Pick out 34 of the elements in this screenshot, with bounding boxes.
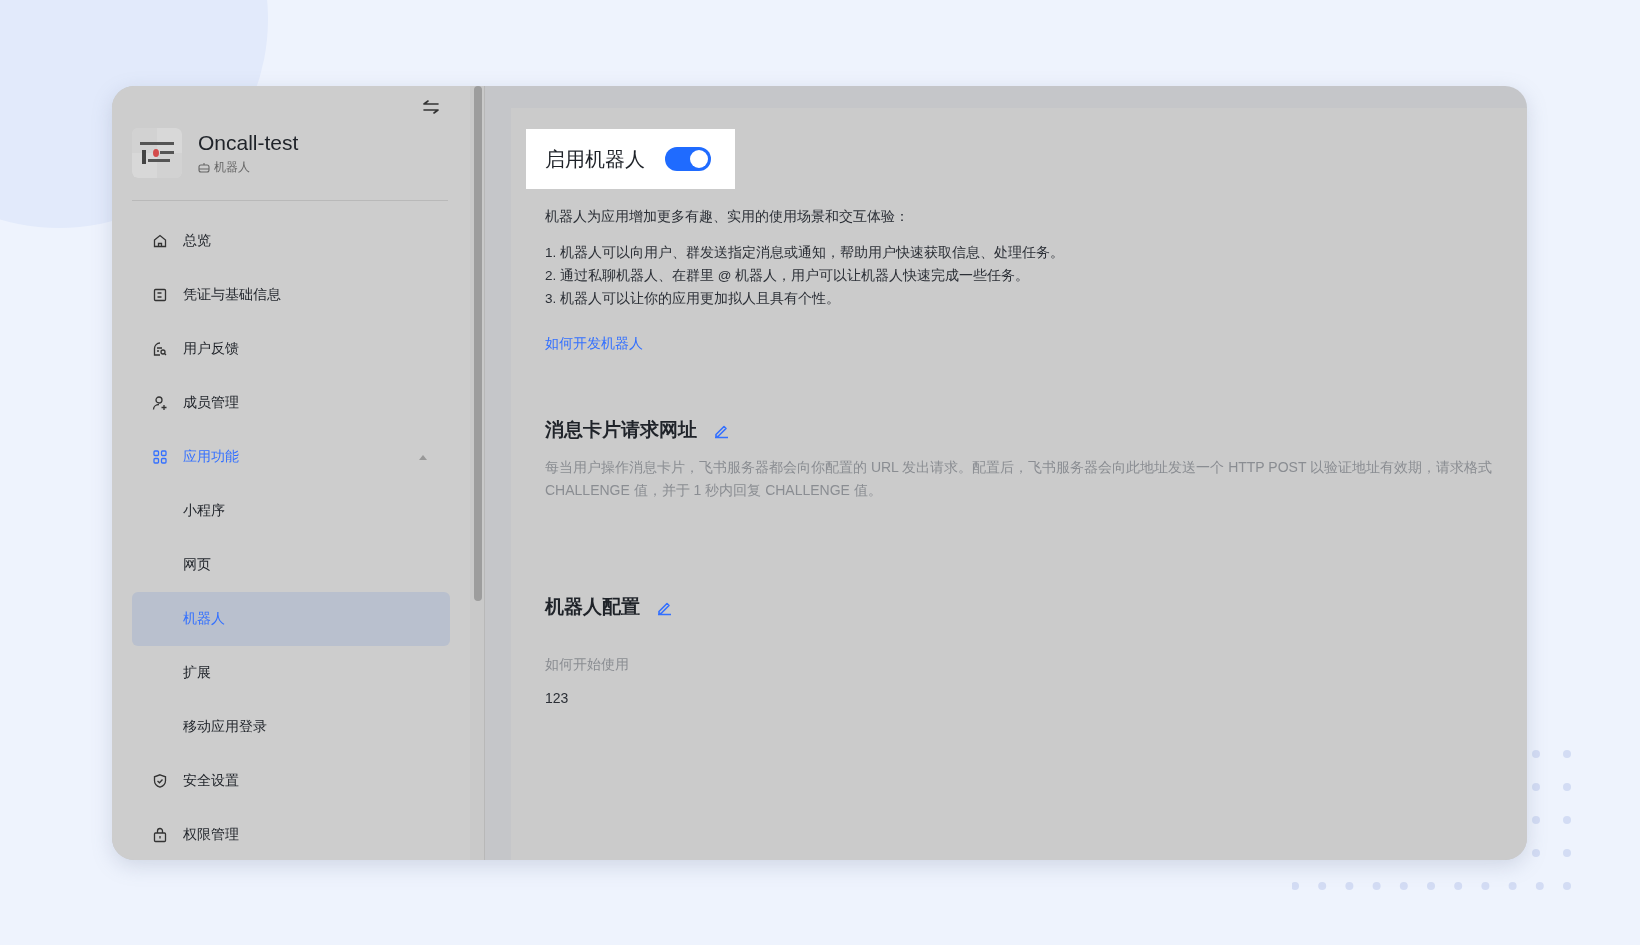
feature-item: 3. 机器人可以让你的应用更加拟人且具有个性。 [544, 290, 841, 308]
intro-text: 机器人为应用增加更多有趣、实用的使用场景和交互体验： [544, 208, 909, 226]
sidebar-item[interactable]: 总览 [132, 214, 450, 268]
caret-icon[interactable] [418, 453, 428, 461]
section-title: 机器人配置 [545, 595, 640, 619]
app-name: Oncall-test [198, 130, 299, 155]
section-title: 消息卡片请求网址 [545, 418, 697, 442]
field-value: 123 [545, 690, 569, 706]
sidebar-item[interactable]: 成员管理 [132, 376, 450, 430]
grid-icon [152, 449, 168, 465]
lock-icon [152, 827, 168, 843]
sidebar-item[interactable]: 扩展 [132, 646, 450, 700]
sidebar-item[interactable]: 移动应用登录 [132, 700, 450, 754]
feature-item: 1. 机器人可以向用户、群发送指定消息或通知，帮助用户快速获取信息、处理任务。 [544, 244, 1064, 262]
field-label: 如何开始使用 [545, 656, 629, 674]
sidebar-item[interactable]: 凭证与基础信息 [132, 268, 450, 322]
toggle-switch[interactable] [665, 147, 711, 171]
add-user-icon [152, 395, 168, 411]
app-type-label: 机器人 [214, 158, 250, 176]
sidebar-item[interactable]: 小程序 [132, 484, 450, 538]
feature-item: 2. 通过私聊机器人、在群里 @ 机器人，用户可以让机器人快速完成一些任务。 [544, 267, 1031, 285]
sidebar-item[interactable]: 网页 [132, 538, 450, 592]
document-icon [152, 287, 168, 303]
enable-title: 启用机器人 [545, 146, 645, 172]
sidebar-item[interactable]: 安全设置 [132, 754, 450, 808]
sidebar-item[interactable]: 用户反馈 [132, 322, 450, 376]
feedback-icon [152, 341, 168, 357]
scrollbar[interactable] [474, 86, 482, 601]
description-text: 每当用户操作消息卡片，飞书服务器都会向你配置的 URL 发出请求。配置后，飞书服务器会向此地址发送一个 HTTP POST 以验证地址有效期，请求格式 [545, 459, 1493, 477]
sidebar-item[interactable]: 权限管理 [132, 808, 450, 860]
robot-icon [198, 161, 210, 173]
home-icon [152, 233, 168, 249]
shield-icon [152, 773, 168, 789]
swap-arrows-icon[interactable] [422, 100, 440, 114]
